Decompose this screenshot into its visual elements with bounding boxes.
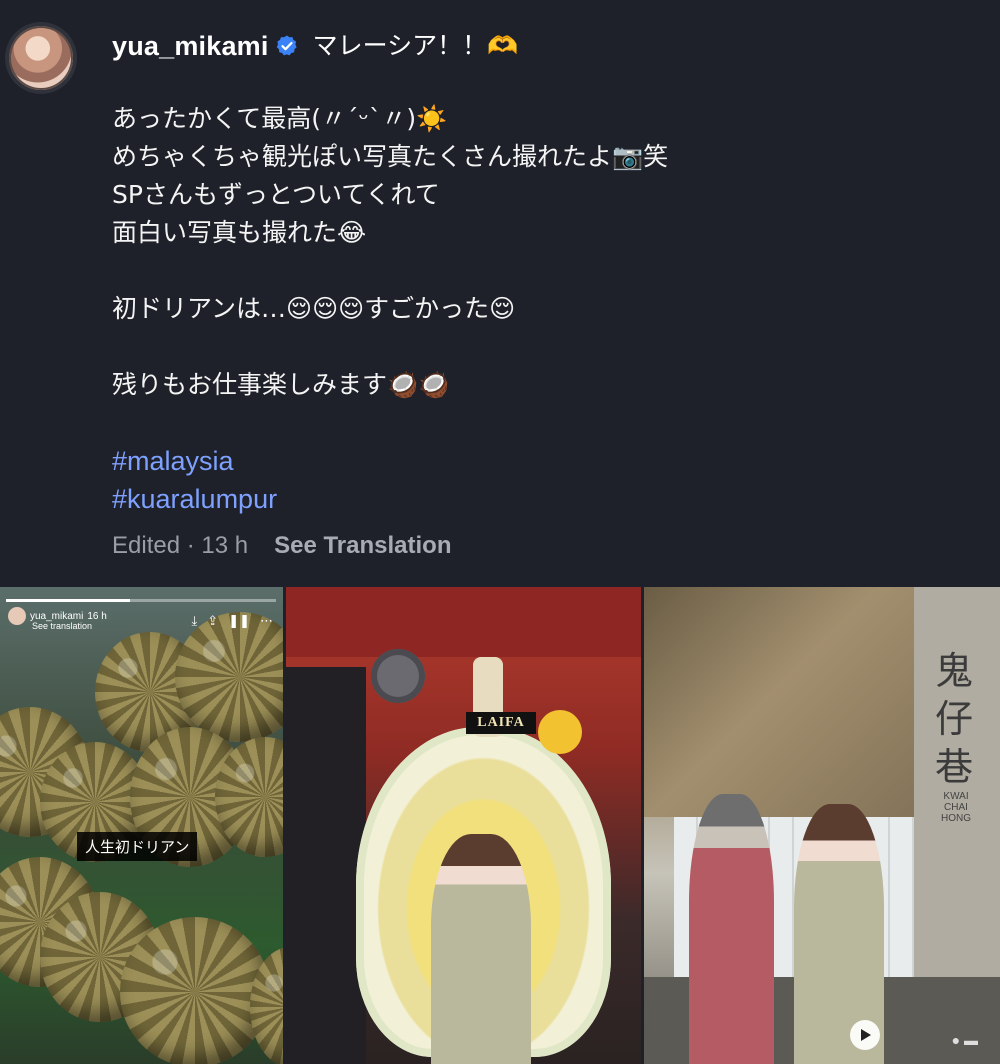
street-sign-english: KWAI CHAI HONG [941,791,971,824]
story-username: yua_mikami [30,610,84,622]
caption-line: 面白い写真も撮れた😂 [112,218,367,247]
download-icon: ⤓ [191,613,198,628]
play-icon [861,1029,871,1041]
statue-figure [689,794,774,1064]
avatar-image [9,26,73,90]
post-header: yua_mikami マレーシア！！🫶 [112,26,518,66]
play-button[interactable] [850,1020,880,1050]
street-sign-char: 鬼 [934,649,973,693]
street-sign: 鬼 仔 巷 [932,647,976,791]
street-sign-char: 仔 [934,697,973,741]
hashtag-link[interactable]: #malaysia [112,446,234,476]
shop-sign: LAIFA [466,712,536,734]
edited-timestamp: Edited · 13 h [112,532,249,559]
pause-icon: ❚❚ [228,613,250,628]
username-link[interactable]: yua_mikami [112,26,269,66]
street-sign-char: 巷 [934,745,973,789]
caption-line: 初ドリアンは…😌😌😌すごかった😌 [112,294,516,323]
caption-line: 残りもお仕事楽しみます🥥🥥 [112,370,450,399]
story-progress-bar [6,599,276,602]
hashtag-link[interactable]: #kuaralumpur [112,484,277,514]
photo-durian-story[interactable]: yua_mikami 16 h See translation ⤓ ⇪ ❚❚ ⋯… [0,587,283,1064]
person-figure [431,834,531,1064]
photo-kwai-chai-hong[interactable]: 鬼 仔 巷 KWAI CHAI HONG ● ▬ [644,587,1000,1064]
media-carousel: yua_mikami 16 h See translation ⤓ ⇪ ❚❚ ⋯… [0,587,1000,1064]
story-avatar [8,607,26,625]
see-translation-button[interactable]: See Translation [274,528,451,564]
story-text-sticker: 人生初ドリアン [77,832,198,861]
caption-line: SPさんもずっとついてくれて [112,180,440,209]
story-see-translation: See translation [32,621,93,631]
story-controls: ⤓ ⇪ ❚❚ ⋯ [192,613,273,629]
photo-durian-statue[interactable]: LAIFA [286,587,641,1064]
avatar[interactable] [5,22,77,94]
post-container: yua_mikami マレーシア！！🫶 あったかくて最高(〃ˊᵕˋ〃)☀️ めち… [0,0,1000,1064]
caption-line: めちゃくちゃ観光ぽい写真たくさん撮れたよ📷笑 [112,142,669,171]
watermark-logo: ● ▬ [951,1032,978,1048]
caption-body: あったかくて最高(〃ˊᵕˋ〃)☀️ めちゃくちゃ観光ぽい写真たくさん撮れたよ📷笑… [112,100,972,518]
story-time: 16 h [87,610,107,622]
caption-title: マレーシア！！🫶 [312,31,519,60]
verified-badge-icon [276,35,297,56]
more-icon: ⋯ [260,613,273,628]
caption-line: あったかくて最高(〃ˊᵕˋ〃)☀️ [112,104,448,133]
post-meta: Edited · 13 h See Translation [112,528,452,564]
share-icon: ⇪ [207,613,219,628]
